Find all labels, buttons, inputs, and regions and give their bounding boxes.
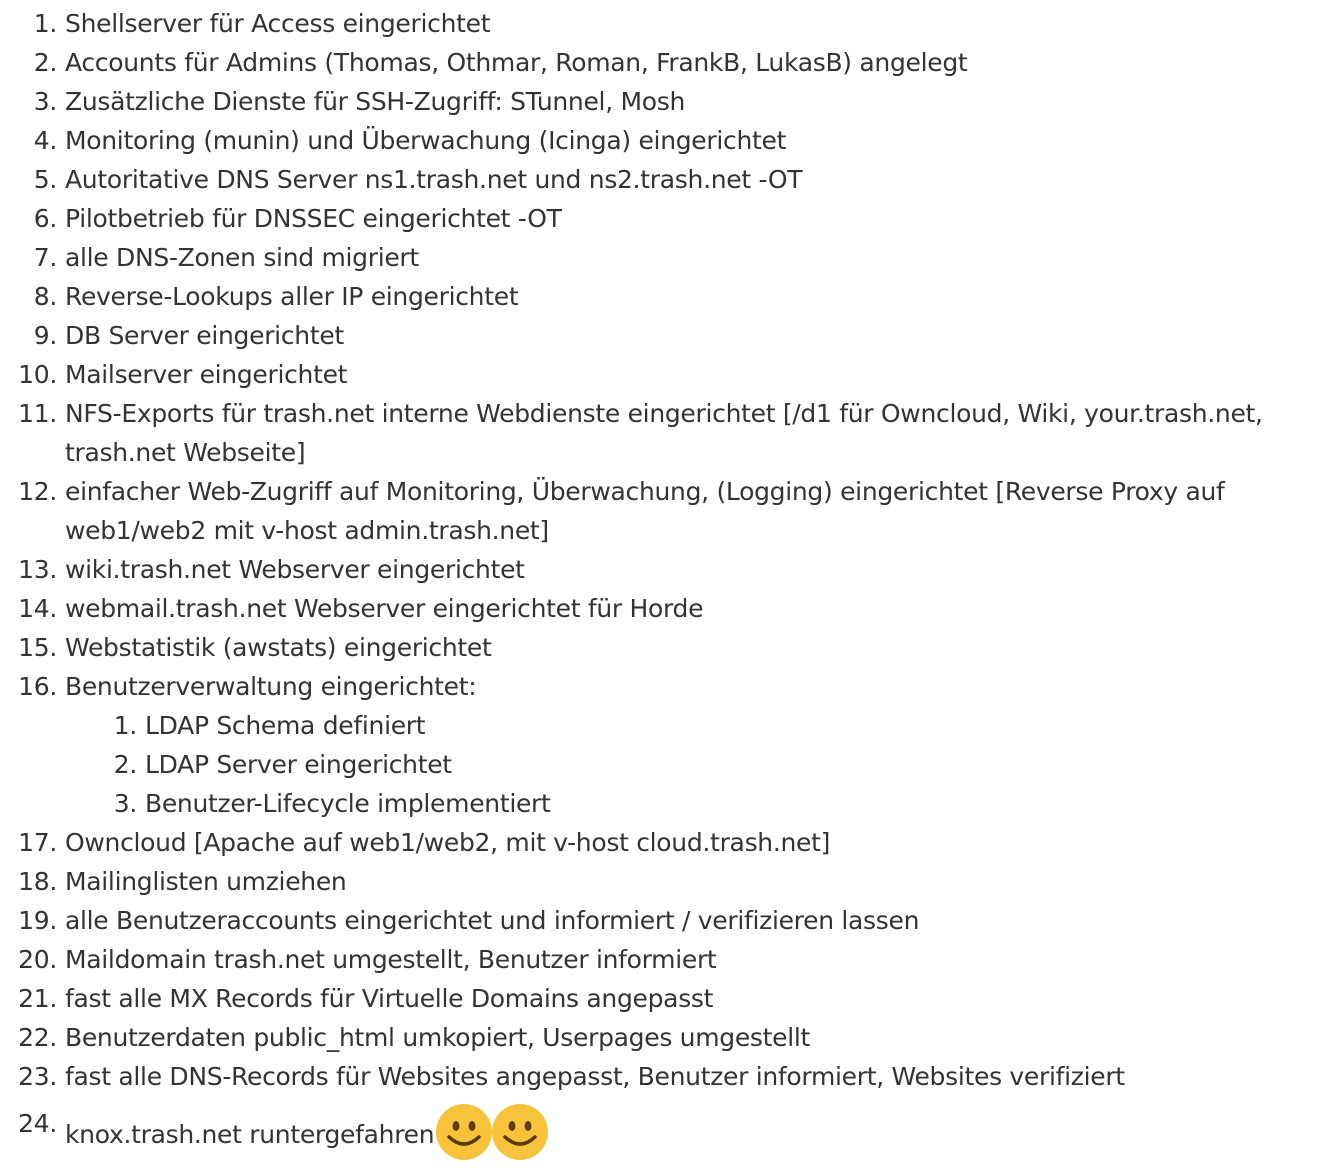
sub-item-number: 3. [113,789,138,818]
item-text: wiki.trash.net Webserver eingerichtet [65,555,525,584]
list-item: 8. Reverse-Lookups aller IP eingerichtet [0,277,1340,316]
list-item: 24. knox.trash.net runtergefahren [0,1104,1340,1160]
item-text: fast alle DNS-Records für Websites angep… [65,1062,1125,1091]
sub-item-text: LDAP Server eingerichtet [145,750,452,779]
list-item: 23. fast alle DNS-Records für Websites an… [0,1057,1340,1096]
list-item: 21. fast alle MX Records für Virtuelle Do… [0,979,1340,1018]
item-text: DB Server eingerichtet [65,321,344,350]
list-item: 12. einfacher Web-Zugriff auf Monitoring,… [0,472,1340,550]
item-text: alle DNS-Zonen sind migriert [65,243,419,272]
sub-item-number: 2. [113,750,138,779]
item-text: Monitoring (munin) und Überwachung (Icin… [65,126,787,155]
list-item: 17. Owncloud [Apache auf web1/web2, mit v… [0,823,1340,862]
item-text: webmail.trash.net Webserver eingerichtet… [65,594,704,623]
item-text: Benutzerverwaltung eingerichtet: [65,672,477,701]
list-item: 7. alle DNS-Zonen sind migriert [0,238,1340,277]
item-number: 19. [18,906,57,935]
list-item: 13. wiki.trash.net Webserver eingerichtet [0,550,1340,589]
item-text: Reverse-Lookups aller IP eingerichtet [65,282,519,311]
sub-item-number: 1. [113,711,138,740]
item-number: 22. [18,1023,57,1052]
item-number: 24. [18,1109,57,1138]
list-item: 18. Mailinglisten umziehen [0,862,1340,901]
list-item: 11. NFS-Exports für trash.net interne Web… [0,394,1340,472]
item-text: einfacher Web-Zugriff auf Monitoring, Üb… [65,477,1225,545]
list-item: 9. DB Server eingerichtet [0,316,1340,355]
list-item: 4. Monitoring (munin) und Überwachung (Ic… [0,121,1340,160]
sub-list-item: 2. LDAP Server eingerichtet [65,745,1340,784]
item-text: Owncloud [Apache auf web1/web2, mit v-ho… [65,828,831,857]
sub-list-item: 3. Benutzer-Lifecycle implementiert [65,784,1340,823]
list-item: 14. webmail.trash.net Webserver eingerich… [0,589,1340,628]
item-text: Webstatistik (awstats) eingerichtet [65,633,492,662]
item-number: 10. [18,360,57,389]
item-number: 16. [18,672,57,701]
item-text: Pilotbetrieb für DNSSEC eingerichtet -OT [65,204,562,233]
item-text: Zusätzliche Dienste für SSH-Zugriff: STu… [65,87,686,116]
item-text: Shellserver für Access eingerichtet [65,9,491,38]
list-item: 19. alle Benutzeraccounts eingerichtet un… [0,901,1340,940]
item-number: 13. [18,555,57,584]
list-item: 10. Mailserver eingerichtet [0,355,1340,394]
item-number: 23. [18,1062,57,1091]
item-text: Benutzerdaten public_html umkopiert, Use… [65,1023,811,1052]
item-text: NFS-Exports für trash.net interne Webdie… [65,399,1263,467]
sub-item-text: LDAP Schema definiert [145,711,426,740]
list-item: 3. Zusätzliche Dienste für SSH-Zugriff: S… [0,82,1340,121]
item-number: 14. [18,594,57,623]
page: 1. Shellserver für Access eingerichtet 2.… [0,0,1340,1168]
item-text: Mailinglisten umziehen [65,867,347,896]
task-list: 1. Shellserver für Access eingerichtet 2.… [0,4,1340,1160]
item-text: Mailserver eingerichtet [65,360,348,389]
smiley-group [436,1104,549,1160]
sub-list: 1. LDAP Schema definiert 2. LDAP Server ei… [65,706,1340,823]
item-text: alle Benutzeraccounts eingerichtet und i… [65,906,920,935]
item-number: 5. [33,165,58,194]
item-number: 15. [18,633,57,662]
item-number: 12. [18,477,57,506]
item-number: 11. [18,399,57,428]
list-item: 16. Benutzerverwaltung eingerichtet: 1. LD… [0,667,1340,823]
smiley-icon [436,1104,493,1160]
list-item: 22. Benutzerdaten public_html umkopiert, … [0,1018,1340,1057]
item-number: 9. [33,321,58,350]
list-item: 1. Shellserver für Access eingerichtet [0,4,1340,43]
item-number: 21. [18,984,57,1013]
sub-item-text: Benutzer-Lifecycle implementiert [145,789,551,818]
item-text: knox.trash.net runtergefahren [65,1120,435,1149]
item-number: 20. [18,945,57,974]
item-text: Accounts für Admins (Thomas, Othmar, Rom… [65,48,968,77]
item-number: 1. [33,9,58,38]
item-number: 8. [33,282,58,311]
item-text: fast alle MX Records für Virtuelle Domai… [65,984,714,1013]
item-number: 17. [18,828,57,857]
item-number: 2. [33,48,58,77]
list-item: 2. Accounts für Admins (Thomas, Othmar, R… [0,43,1340,82]
sub-list-item: 1. LDAP Schema definiert [65,706,1340,745]
list-item: 6. Pilotbetrieb für DNSSEC eingerichtet -… [0,199,1340,238]
item-number: 3. [33,87,58,116]
list-item: 20. Maildomain trash.net umgestellt, Benu… [0,940,1340,979]
smiley-icon [492,1104,549,1160]
item-number: 7. [33,243,58,272]
item-number: 18. [18,867,57,896]
item-text: Autoritative DNS Server ns1.trash.net un… [65,165,803,194]
list-item: 5. Autoritative DNS Server ns1.trash.net … [0,160,1340,199]
list-item: 15. Webstatistik (awstats) eingerichtet [0,628,1340,667]
item-number: 4. [33,126,58,155]
item-number: 6. [33,204,58,233]
item-text: Maildomain trash.net umgestellt, Benutze… [65,945,717,974]
